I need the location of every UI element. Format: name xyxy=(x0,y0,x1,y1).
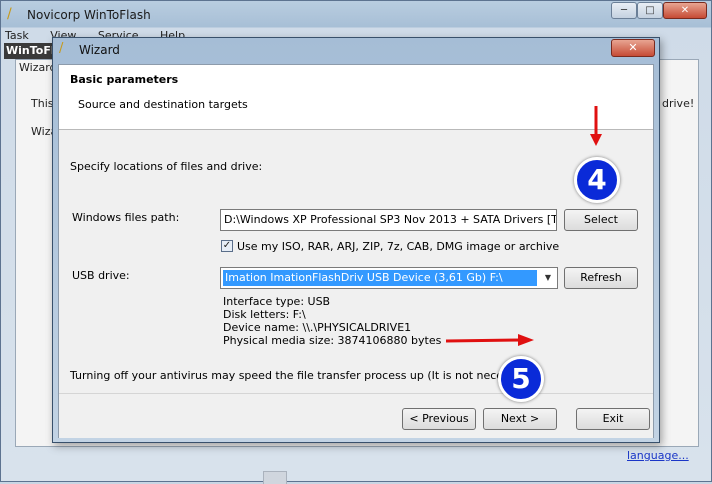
disk-letters-info: Disk letters: F:\ xyxy=(223,308,306,321)
interface-type-info: Interface type: USB xyxy=(223,295,331,308)
antivirus-note: Turning off your antivirus may speed the… xyxy=(70,369,537,382)
wizard-title: Wizard xyxy=(79,43,120,57)
minimize-button[interactable]: ─ xyxy=(611,2,637,19)
wizard-header: Basic parameters Source and destination … xyxy=(59,65,653,130)
language-link[interactable]: language... xyxy=(627,449,689,462)
usb-drive-label: USB drive: xyxy=(72,269,130,282)
main-title-bar[interactable]: / Novicorp WinToFlash ─ □ ✕ xyxy=(1,1,711,29)
intro-text: This xyxy=(31,97,54,110)
exit-button[interactable]: Exit xyxy=(576,408,650,430)
windows-files-path-label: Windows files path: xyxy=(72,211,180,224)
wizard-mode-label: Wizard xyxy=(19,61,57,74)
previous-button[interactable]: < Previous xyxy=(402,408,476,430)
wizard-app-icon: / xyxy=(59,41,64,56)
refresh-button[interactable]: Refresh xyxy=(564,267,638,289)
maximize-button[interactable]: □ xyxy=(637,2,663,19)
usb-drive-dropdown[interactable]: Imation ImationFlashDriv USB Device (3,6… xyxy=(220,267,558,289)
physical-media-size-info: Physical media size: 3874106880 bytes xyxy=(223,334,442,347)
windows-files-path-input[interactable]: D:\Windows XP Professional SP3 Nov 2013 … xyxy=(220,209,557,231)
menu-task[interactable]: Task xyxy=(5,29,29,42)
drive-text: drive! xyxy=(662,97,695,110)
header-title: Basic parameters xyxy=(70,73,179,86)
wizard-dialog: / Wizard ✕ Basic parameters Source and d… xyxy=(52,37,660,443)
chevron-down-icon[interactable]: ▼ xyxy=(541,271,555,285)
close-button[interactable]: ✕ xyxy=(663,2,707,19)
header-subtitle: Source and destination targets xyxy=(78,98,248,111)
device-name-info: Device name: \\.\PHYSICALDRIVE1 xyxy=(223,321,412,334)
app-icon: / xyxy=(7,6,12,22)
step-5-marker: 5 xyxy=(498,356,544,402)
wizard-footer xyxy=(59,393,653,438)
select-button[interactable]: Select xyxy=(564,209,638,231)
wizard-close-button[interactable]: ✕ xyxy=(611,39,655,57)
specify-label: Specify locations of files and drive: xyxy=(70,160,263,173)
next-button[interactable]: Next > xyxy=(483,408,557,430)
main-window-title: Novicorp WinToFlash xyxy=(27,8,151,22)
wizard-client-area: Basic parameters Source and destination … xyxy=(58,64,654,438)
step-4-marker: 4 xyxy=(574,157,620,203)
iso-archive-checkbox-label[interactable]: Use my ISO, RAR, ARJ, ZIP, 7z, CAB, DMG … xyxy=(237,240,559,253)
taskbar-icon xyxy=(263,471,287,484)
wizard-title-bar[interactable]: / Wizard ✕ xyxy=(53,38,659,62)
usb-drive-selected-value: Imation ImationFlashDriv USB Device (3,6… xyxy=(223,270,537,286)
iso-archive-checkbox[interactable]: ✓ xyxy=(221,240,233,252)
